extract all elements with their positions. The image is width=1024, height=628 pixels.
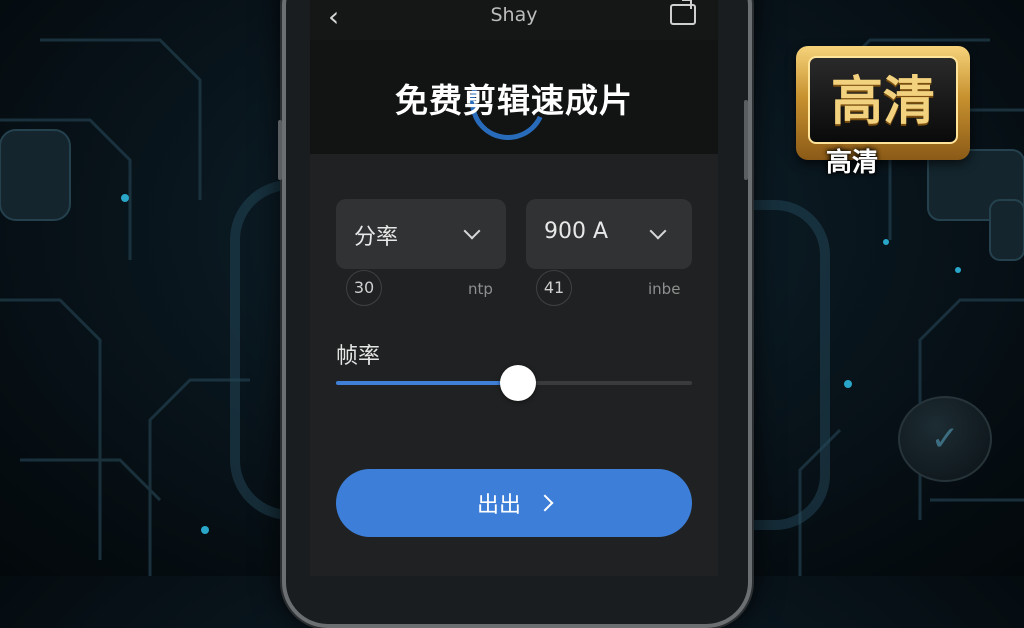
bitrate-sub-value: 41: [536, 270, 572, 306]
app-screen: ‹ Shay 免费剪辑速成片 分率 900 A 30 ntp 41 inbe 帧…: [310, 0, 718, 576]
export-button-label: 出出: [476, 493, 521, 518]
bitrate-dropdown[interactable]: 900 A: [526, 199, 692, 269]
hd-caption: 高清: [826, 148, 879, 178]
frame-rate-slider[interactable]: [336, 365, 692, 401]
hero-banner: 免费剪辑速成片: [310, 40, 718, 154]
slider-fill: [336, 381, 518, 385]
hero-title: 免费剪辑速成片: [395, 81, 633, 120]
frame-rate-label: 帧率: [336, 344, 381, 369]
chevron-right-icon: [536, 494, 554, 512]
chevron-down-icon: [463, 222, 481, 240]
top-bar: ‹ Shay: [310, 0, 718, 40]
page-title: Shay: [490, 4, 538, 26]
resolution-unit: ntp: [468, 280, 493, 298]
resolution-value: 分率: [354, 225, 399, 250]
export-button[interactable]: 出出: [336, 469, 692, 537]
chevron-down-icon: [649, 222, 667, 240]
resolution-sub-value: 30: [346, 270, 382, 306]
bitrate-value: 900 A: [544, 219, 609, 244]
hd-badge-inner: 高清: [808, 56, 958, 144]
bitrate-unit: inbe: [648, 280, 681, 298]
hd-badge-text: 高清: [830, 72, 935, 132]
hd-badge: 高清: [796, 46, 970, 160]
phone-side-button: [744, 100, 748, 180]
resolution-dropdown[interactable]: 分率: [336, 199, 506, 269]
slider-thumb[interactable]: [499, 365, 536, 401]
share-icon[interactable]: [670, 4, 696, 25]
check-icon: ✓: [898, 396, 992, 482]
phone-side-button: [278, 120, 282, 180]
